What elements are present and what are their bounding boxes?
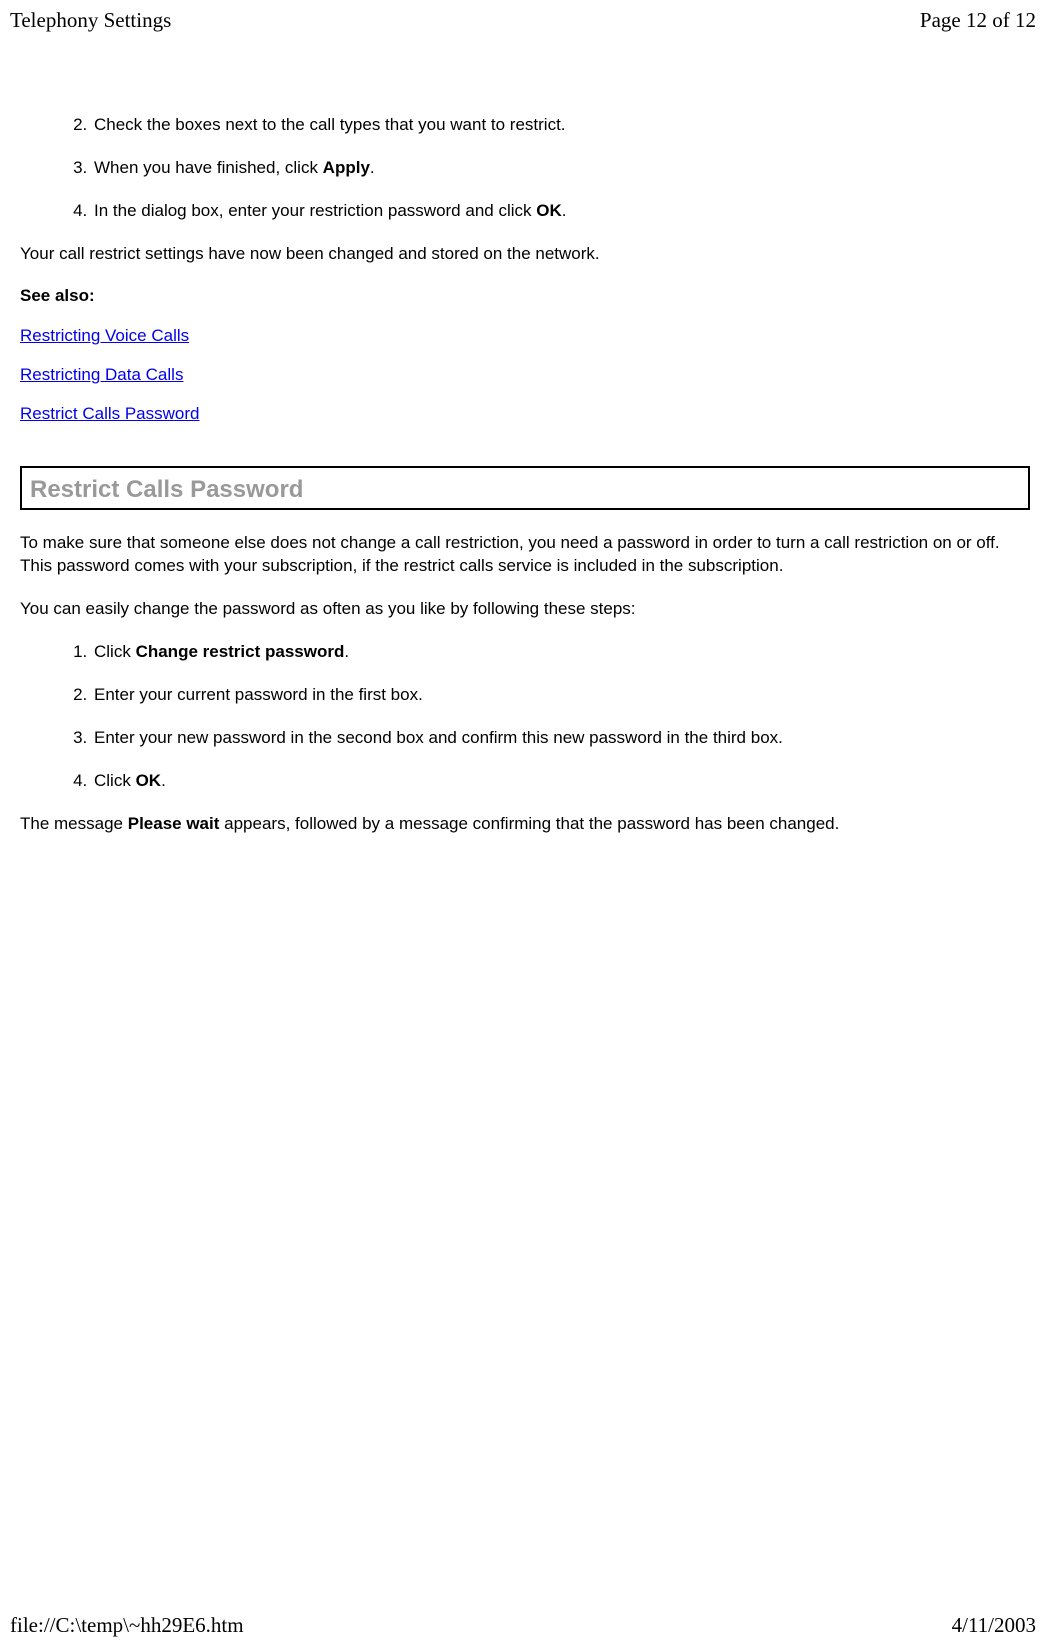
- step-3: When you have finished, click Apply.: [92, 157, 1030, 179]
- see-also-heading: See also:: [20, 286, 1030, 306]
- link-restricting-voice-calls[interactable]: Restricting Voice Calls: [20, 326, 1030, 346]
- step2-2: Enter your current password in the first…: [92, 684, 1030, 706]
- step-4-prefix: In the dialog box, enter your restrictio…: [94, 201, 536, 220]
- section-heading-box: Restrict Calls Password: [20, 466, 1030, 510]
- step2-4-bold: OK: [136, 771, 162, 790]
- step-3-suffix: .: [370, 158, 375, 177]
- step2-4: Click OK.: [92, 770, 1030, 792]
- header-title: Telephony Settings: [10, 8, 171, 33]
- para4-prefix: The message: [20, 814, 128, 833]
- section-title: Restrict Calls Password: [30, 476, 1020, 504]
- steps-list-1: Check the boxes next to the call types t…: [20, 114, 1030, 222]
- content-area: Check the boxes next to the call types t…: [0, 39, 1050, 836]
- step2-1-bold: Change restrict password: [136, 642, 345, 661]
- step2-2-text: Enter your current password in the first…: [94, 685, 423, 704]
- paragraph-confirmation: Your call restrict settings have now bee…: [20, 243, 1030, 266]
- step2-3-text: Enter your new password in the second bo…: [94, 728, 783, 747]
- para4-bold: Please wait: [128, 814, 220, 833]
- footer-path: file://C:\temp\~hh29E6.htm: [10, 1613, 244, 1638]
- steps-list-2: Click Change restrict password. Enter yo…: [20, 641, 1030, 792]
- step-4-suffix: .: [562, 201, 567, 220]
- page-footer: file://C:\temp\~hh29E6.htm 4/11/2003: [0, 1613, 1050, 1638]
- step2-4-prefix: Click: [94, 771, 136, 790]
- step2-1-prefix: Click: [94, 642, 136, 661]
- link-restricting-data-calls[interactable]: Restricting Data Calls: [20, 365, 1030, 385]
- step2-1: Click Change restrict password.: [92, 641, 1030, 663]
- link-restrict-calls-password[interactable]: Restrict Calls Password: [20, 404, 1030, 424]
- footer-date: 4/11/2003: [952, 1613, 1036, 1638]
- page-header: Telephony Settings Page 12 of 12: [0, 0, 1050, 39]
- step-2-text: Check the boxes next to the call types t…: [94, 115, 566, 134]
- step-2: Check the boxes next to the call types t…: [92, 114, 1030, 136]
- paragraph-steps-intro: You can easily change the password as of…: [20, 598, 1030, 621]
- step-3-bold: Apply: [323, 158, 370, 177]
- step2-3: Enter your new password in the second bo…: [92, 727, 1030, 749]
- step-4: In the dialog box, enter your restrictio…: [92, 200, 1030, 222]
- paragraph-intro: To make sure that someone else does not …: [20, 532, 1030, 578]
- step2-4-suffix: .: [161, 771, 166, 790]
- para4-suffix: appears, followed by a message confirmin…: [219, 814, 839, 833]
- step-3-prefix: When you have finished, click: [94, 158, 323, 177]
- step2-1-suffix: .: [344, 642, 349, 661]
- paragraph-result: The message Please wait appears, followe…: [20, 813, 1030, 836]
- step-4-bold: OK: [536, 201, 562, 220]
- page-indicator: Page 12 of 12: [920, 8, 1036, 33]
